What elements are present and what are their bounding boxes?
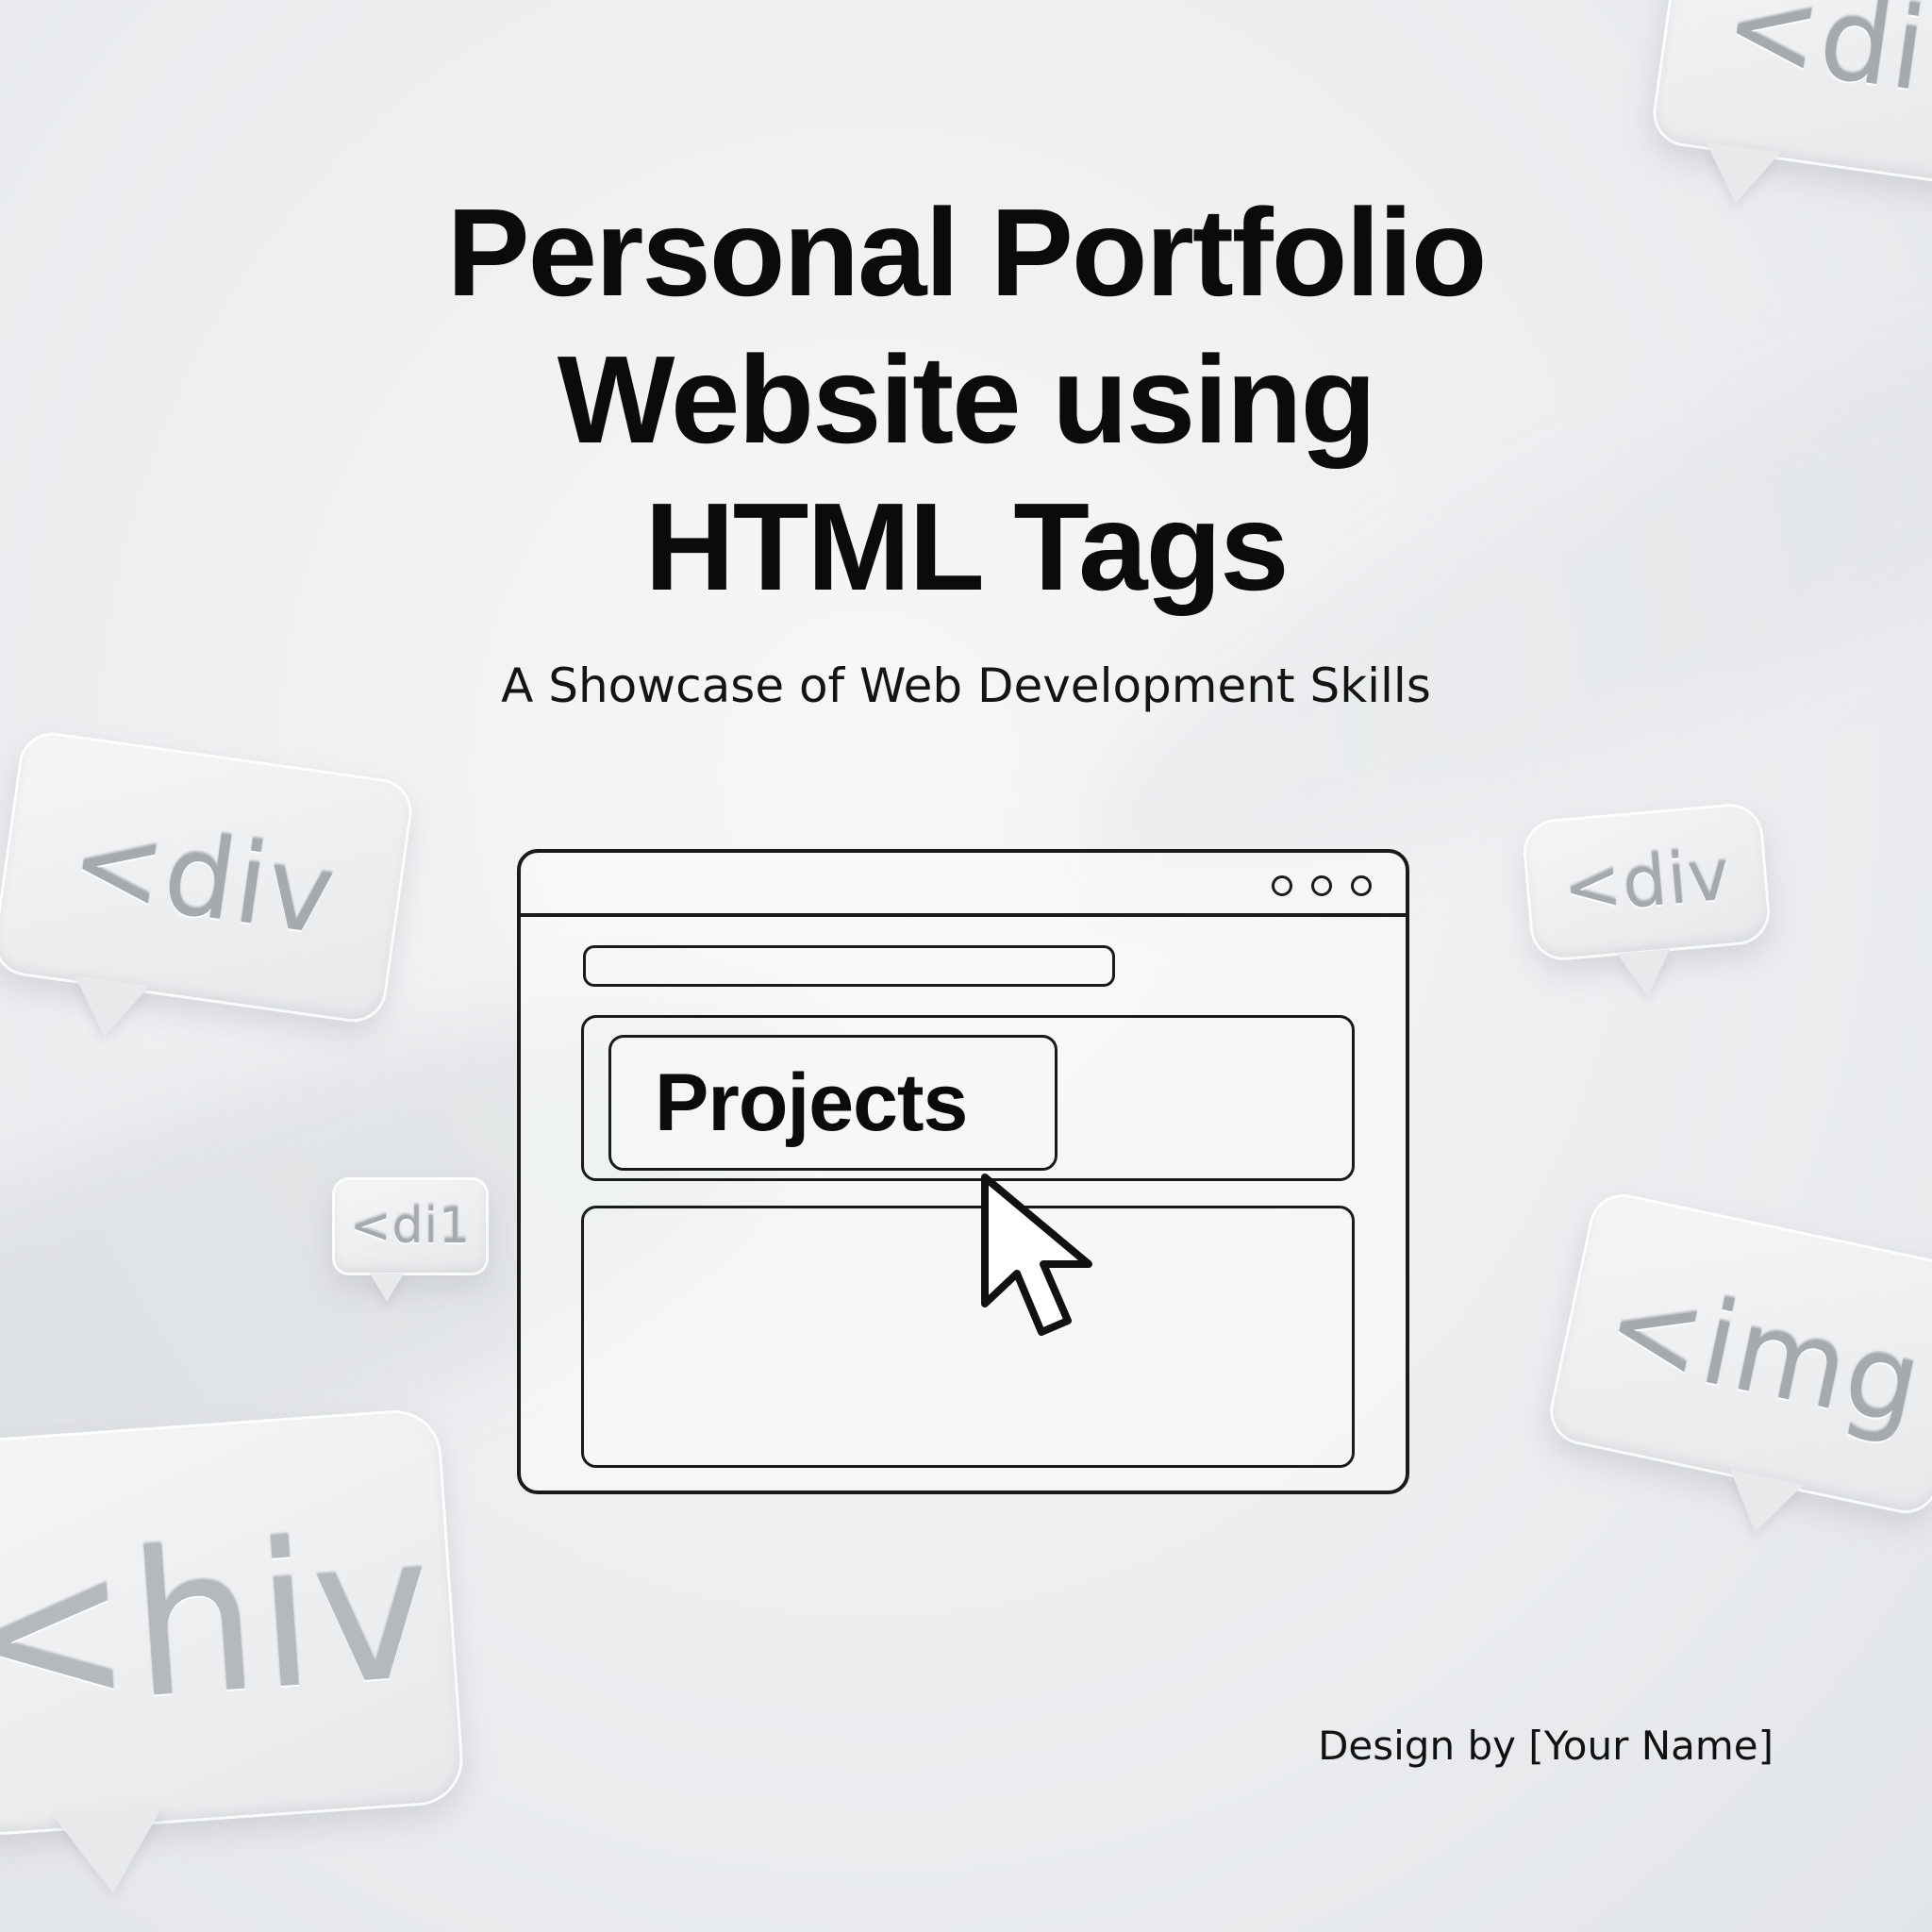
bubble-tail xyxy=(370,1274,404,1302)
content-section-body xyxy=(581,1206,1355,1468)
tag-bubble-text: <div xyxy=(1559,834,1734,930)
page-subtitle: A Showcase of Web Development Skills xyxy=(501,658,1431,713)
window-dot-icon[interactable] xyxy=(1351,875,1372,896)
title-line: HTML Tags xyxy=(644,477,1289,616)
mouse-pointer-icon xyxy=(981,1174,1092,1336)
title-line: Website using xyxy=(557,330,1376,469)
poster: <di <div <div <di1 <img <hiv Personal Po… xyxy=(0,0,1932,1932)
bubble-tail xyxy=(50,1805,170,1898)
design-credit: Design by [Your Name] xyxy=(1318,1723,1774,1769)
browser-window-mockup: Projects xyxy=(517,849,1409,1494)
tag-bubble-text: <div xyxy=(62,794,343,960)
tag-bubble-right-low: <img xyxy=(1543,1188,1932,1541)
bubble-tail xyxy=(66,975,150,1042)
browser-title-bar xyxy=(521,853,1406,917)
projects-button-label: Projects xyxy=(655,1057,968,1148)
bubble-tail xyxy=(1718,1469,1805,1541)
projects-button[interactable]: Projects xyxy=(608,1035,1058,1171)
address-bar[interactable] xyxy=(583,945,1115,987)
tag-bubble-left: <div xyxy=(0,728,417,1042)
window-dot-icon[interactable] xyxy=(1272,875,1292,896)
window-dot-icon[interactable] xyxy=(1311,875,1332,896)
page-title: Personal Portfolio Website using HTML Ta… xyxy=(211,179,1721,621)
tag-bubble-text: <hiv xyxy=(0,1491,440,1755)
tag-bubble-text: <img xyxy=(1594,1255,1932,1453)
tag-bubble-bottom-left: <hiv xyxy=(0,1407,466,1898)
tag-bubble-text: <di xyxy=(1716,0,1932,117)
bubble-tail xyxy=(1617,949,1674,999)
content-section-header: Projects xyxy=(581,1015,1355,1181)
tag-bubble-small: <di1 xyxy=(332,1177,489,1302)
tag-bubble-right-mid: <div xyxy=(1520,801,1774,999)
title-line: Personal Portfolio xyxy=(446,183,1488,322)
tag-bubble-text: <di1 xyxy=(349,1198,472,1255)
tag-bubble-top-right: <di xyxy=(1648,0,1932,209)
